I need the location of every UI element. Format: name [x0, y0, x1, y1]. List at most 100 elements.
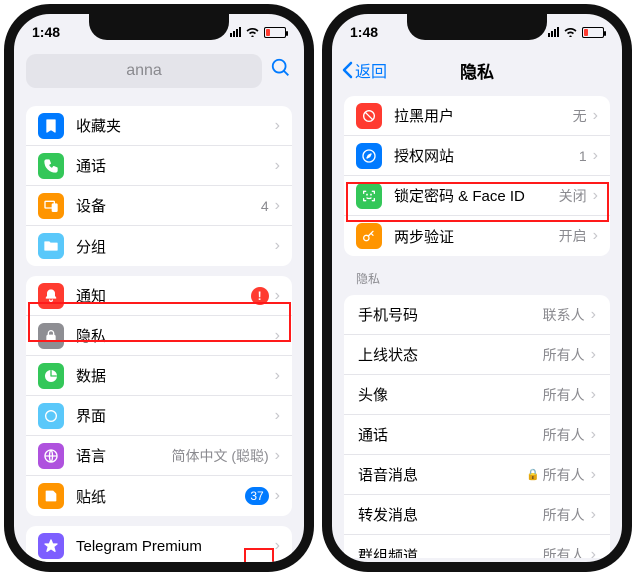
- search-icon[interactable]: [270, 57, 292, 85]
- chevron-right-icon: ›: [593, 107, 598, 125]
- item-value: 1: [579, 148, 587, 164]
- list-item[interactable]: Telegram Premium›: [26, 526, 292, 564]
- chevron-right-icon: ›: [275, 117, 280, 135]
- list-item[interactable]: 两步验证开启›: [344, 216, 610, 256]
- list-item[interactable]: 转发消息所有人›: [344, 495, 610, 535]
- settings-group: 通知!›隐私›数据›界面›语言简体中文 (聪聪)›贴纸37›: [26, 276, 292, 516]
- list-item[interactable]: 设备4 ›: [26, 186, 292, 226]
- list-item[interactable]: 头像所有人›: [344, 375, 610, 415]
- item-label: 隐私: [76, 325, 275, 346]
- list-item[interactable]: 隐私›: [26, 316, 292, 356]
- chevron-right-icon: ›: [275, 237, 280, 255]
- privacy-list[interactable]: 拉黑用户无›授权网站1›锁定密码 & Face ID关闭›两步验证开启› 隐私 …: [332, 90, 622, 558]
- list-item[interactable]: 手机号码联系人 ›: [344, 295, 610, 335]
- list-item[interactable]: 拉黑用户无›: [344, 96, 610, 136]
- item-label: 语言: [76, 445, 171, 466]
- item-value: 所有人: [543, 545, 585, 558]
- chart-icon: [38, 363, 64, 389]
- chevron-right-icon: ›: [591, 386, 596, 404]
- clock: 1:48: [32, 24, 60, 40]
- list-item[interactable]: 界面›: [26, 396, 292, 436]
- list-item[interactable]: 通话›: [26, 146, 292, 186]
- globe-icon: [38, 443, 64, 469]
- item-label: 群组频道: [358, 545, 543, 559]
- bookmark-icon: [38, 113, 64, 139]
- section-header-privacy: 隐私: [332, 262, 622, 289]
- chevron-right-icon: ›: [591, 466, 596, 484]
- signal-icon: [230, 27, 241, 37]
- item-label: 通知: [76, 285, 251, 306]
- sticker-icon: [38, 483, 64, 509]
- item-label: 锁定密码 & Face ID: [394, 185, 559, 206]
- item-label: 授权网站: [394, 145, 579, 166]
- item-value: 简体中文 (聪聪): [171, 446, 268, 466]
- item-value: 关闭: [559, 186, 587, 206]
- settings-group: 收藏夹›通话›设备4›分组›: [26, 106, 292, 266]
- list-item[interactable]: 语言简体中文 (聪聪)›: [26, 436, 292, 476]
- item-label: 设备: [76, 195, 261, 216]
- battery-icon: [264, 27, 286, 38]
- item-value: 所有人: [543, 345, 585, 365]
- item-label: 头像: [358, 384, 543, 405]
- chevron-right-icon: ›: [591, 346, 596, 364]
- item-label: 转发消息: [358, 504, 543, 525]
- list-item[interactable]: 群组频道所有人 ›: [344, 535, 610, 558]
- list-item[interactable]: 通知!›: [26, 276, 292, 316]
- item-value: 🔒所有人: [526, 465, 585, 485]
- chevron-right-icon: ›: [591, 426, 596, 444]
- chevron-right-icon: ›: [591, 546, 596, 558]
- star-icon: [38, 533, 64, 559]
- item-label: 语音消息: [358, 464, 526, 485]
- chevron-right-icon: ›: [275, 487, 280, 505]
- list-item[interactable]: 授权网站1›: [344, 136, 610, 176]
- phone-right: 1:48 返回 隐私 拉黑用户无›授权网站1›锁定密码 & Face ID关闭›…: [322, 4, 632, 572]
- list-item[interactable]: 分组›: [26, 226, 292, 266]
- chevron-right-icon: ›: [275, 197, 280, 215]
- item-label: 数据: [76, 365, 275, 386]
- list-item[interactable]: 上线状态所有人 ›: [344, 335, 610, 375]
- clock: 1:48: [350, 24, 378, 40]
- item-label: Telegram Premium: [76, 538, 275, 555]
- item-value: 开启: [559, 226, 587, 246]
- notch: [407, 12, 547, 40]
- phone-left: 1:48 anna 收藏夹›通话›设备4›分组›通知!›隐私›数据›界面›语言简…: [4, 4, 314, 572]
- item-label: 收藏夹: [76, 115, 275, 136]
- list-item[interactable]: 锁定密码 & Face ID关闭 ›: [344, 176, 610, 216]
- phone-icon: [38, 153, 64, 179]
- folder-icon: [38, 233, 64, 259]
- chevron-right-icon: ›: [593, 187, 598, 205]
- lock-icon: 🔒: [526, 468, 540, 481]
- wifi-icon: [563, 25, 578, 40]
- bell-icon: [38, 283, 64, 309]
- item-label: 上线状态: [358, 344, 543, 365]
- list-item[interactable]: 语音消息🔒所有人 ›: [344, 455, 610, 495]
- chevron-right-icon: ›: [591, 306, 596, 324]
- item-label: 界面: [76, 405, 275, 426]
- circle-icon: [38, 403, 64, 429]
- item-label: 拉黑用户: [394, 105, 573, 126]
- list-item[interactable]: 贴纸37›: [26, 476, 292, 516]
- list-item[interactable]: 数据›: [26, 356, 292, 396]
- item-label: 两步验证: [394, 226, 559, 247]
- chevron-right-icon: ›: [275, 327, 280, 345]
- item-label: 手机号码: [358, 304, 543, 325]
- alert-badge: !: [251, 287, 269, 305]
- back-label: 返回: [355, 58, 387, 82]
- block-icon: [356, 103, 382, 129]
- item-value: 联系人: [543, 305, 585, 325]
- wifi-icon: [245, 25, 260, 40]
- lock-icon: [38, 323, 64, 349]
- back-button[interactable]: 返回: [342, 58, 387, 82]
- status-indicators: [548, 25, 604, 40]
- battery-icon: [582, 27, 604, 38]
- nav-bar: 返回 隐私: [332, 50, 622, 90]
- item-value: 4: [261, 198, 269, 214]
- item-value: 所有人: [543, 425, 585, 445]
- list-item[interactable]: 收藏夹›: [26, 106, 292, 146]
- signal-icon: [548, 27, 559, 37]
- item-label: 通话: [358, 424, 543, 445]
- settings-list[interactable]: 收藏夹›通话›设备4›分组›通知!›隐私›数据›界面›语言简体中文 (聪聪)›贴…: [14, 96, 304, 564]
- list-item[interactable]: 通话所有人 ›: [344, 415, 610, 455]
- faceid-icon: [356, 183, 382, 209]
- search-input[interactable]: anna: [26, 54, 262, 88]
